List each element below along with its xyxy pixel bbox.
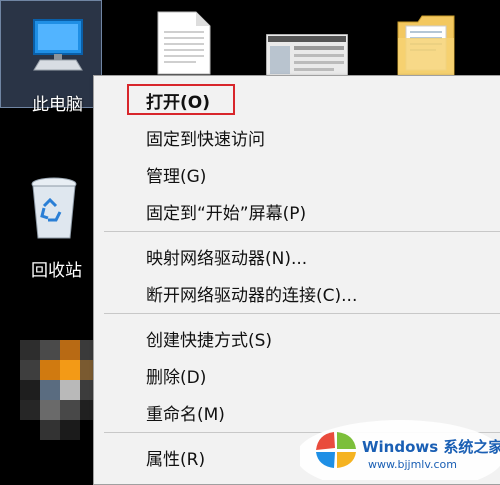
menu-item-pin-quick-access[interactable]: 固定到快速访问 <box>146 125 265 150</box>
menu-item-properties[interactable]: 属性(R) <box>146 445 205 470</box>
this-pc-icon[interactable] <box>28 14 88 74</box>
this-pc-label: 此电脑 <box>32 95 83 115</box>
menu-item-delete[interactable]: 删除(D) <box>146 363 206 388</box>
watermark: Windows 系统之家 www.bjjmlv.com <box>300 420 500 480</box>
menu-item-disconnect-network-drive[interactable]: 断开网络驱动器的连接(C)... <box>146 281 357 306</box>
watermark-brand: Windows 系统之家 <box>362 438 500 456</box>
menu-item-manage[interactable]: 管理(G) <box>146 162 206 187</box>
document-icon[interactable] <box>156 10 212 76</box>
recycle-bin-icon[interactable] <box>30 176 78 242</box>
menu-item-rename[interactable]: 重命名(M) <box>146 400 225 425</box>
menu-separator <box>104 231 500 232</box>
menu-item-create-shortcut[interactable]: 创建快捷方式(S) <box>146 326 272 351</box>
menu-separator <box>104 313 500 314</box>
folder-icon[interactable] <box>396 12 458 78</box>
menu-item-map-network-drive[interactable]: 映射网络驱动器(N)... <box>146 244 307 269</box>
watermark-url: www.bjjmlv.com <box>368 458 457 471</box>
menu-item-open[interactable]: 打开(O) <box>146 88 210 113</box>
menu-item-pin-start[interactable]: 固定到“开始”屏幕(P) <box>146 199 306 224</box>
recycle-bin-label: 回收站 <box>31 261 82 281</box>
windows-logo-icon <box>316 432 356 468</box>
image-thumbnail-icon[interactable] <box>266 34 348 78</box>
